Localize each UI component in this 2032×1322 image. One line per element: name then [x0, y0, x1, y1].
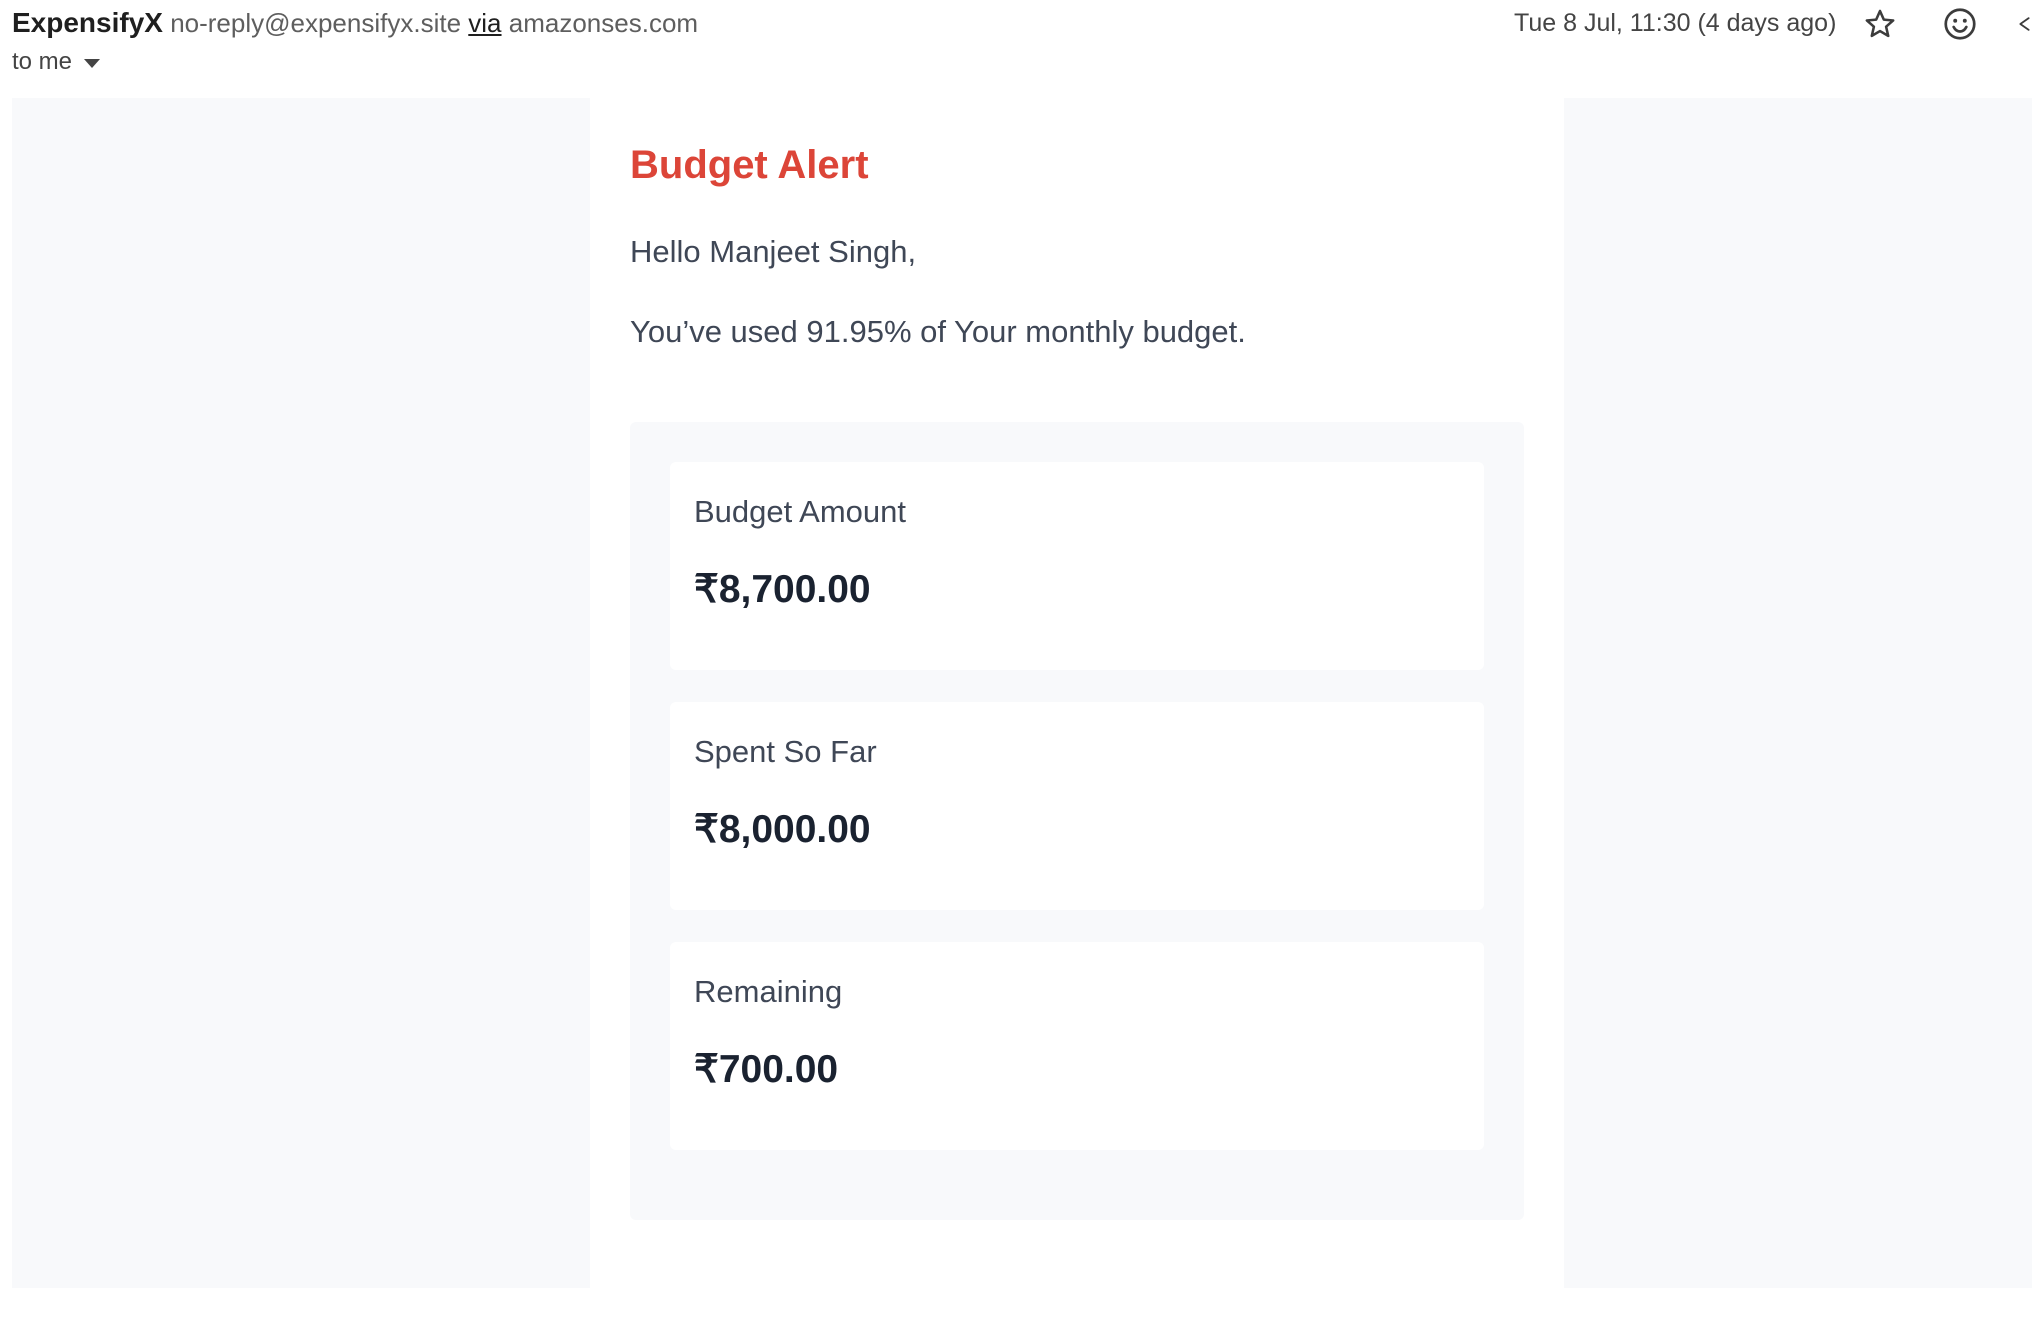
spent-so-far-value: ₹8,000.00 [694, 808, 871, 851]
budget-amount-value: ₹8,700.00 [694, 568, 871, 611]
email-content-card: Budget Alert Hello Manjeet Singh, You’ve… [590, 98, 1564, 1288]
more-button[interactable] [2012, 2, 2032, 46]
budget-amount-label: Budget Amount [694, 494, 906, 529]
via-link[interactable]: via [468, 8, 501, 38]
sender-email: no-reply@expensifyx.site [170, 8, 462, 38]
budget-amount-card: Budget Amount ₹8,700.00 [670, 462, 1484, 670]
recipient-line: to me [12, 46, 101, 78]
alert-title: Budget Alert [630, 143, 869, 187]
spent-so-far-label: Spent So Far [694, 734, 877, 769]
remaining-value: ₹700.00 [694, 1048, 839, 1091]
remaining-label: Remaining [694, 974, 843, 1009]
via-domain: amazonses.com [508, 8, 699, 38]
budget-summary-panel: Budget Amount ₹8,700.00 Spent So Far ₹8,… [630, 422, 1524, 1220]
email-date: Tue 8 Jul, 11:30 (4 days ago) [1514, 9, 1837, 37]
usage-message: You’ve used 91.95% of Your monthly budge… [630, 314, 1246, 349]
sender-name[interactable]: ExpensifyX [12, 7, 163, 38]
spent-so-far-card: Spent So Far ₹8,000.00 [670, 702, 1484, 910]
greeting-text: Hello Manjeet Singh, [630, 234, 917, 269]
star-button[interactable] [1856, 2, 1904, 46]
remaining-card: Remaining ₹700.00 [670, 942, 1484, 1150]
emoji-icon [1944, 8, 1976, 40]
sender-line: ExpensifyX no-reply@expensifyx.site via … [12, 6, 698, 40]
email-header: ExpensifyX no-reply@expensifyx.site via … [0, 0, 2032, 96]
chevron-down-icon[interactable] [84, 58, 101, 68]
emoji-reaction-button[interactable] [1936, 2, 1984, 46]
more-icon [2019, 17, 2030, 31]
star-icon [1865, 9, 1895, 38]
recipient-label: to me [12, 48, 73, 75]
